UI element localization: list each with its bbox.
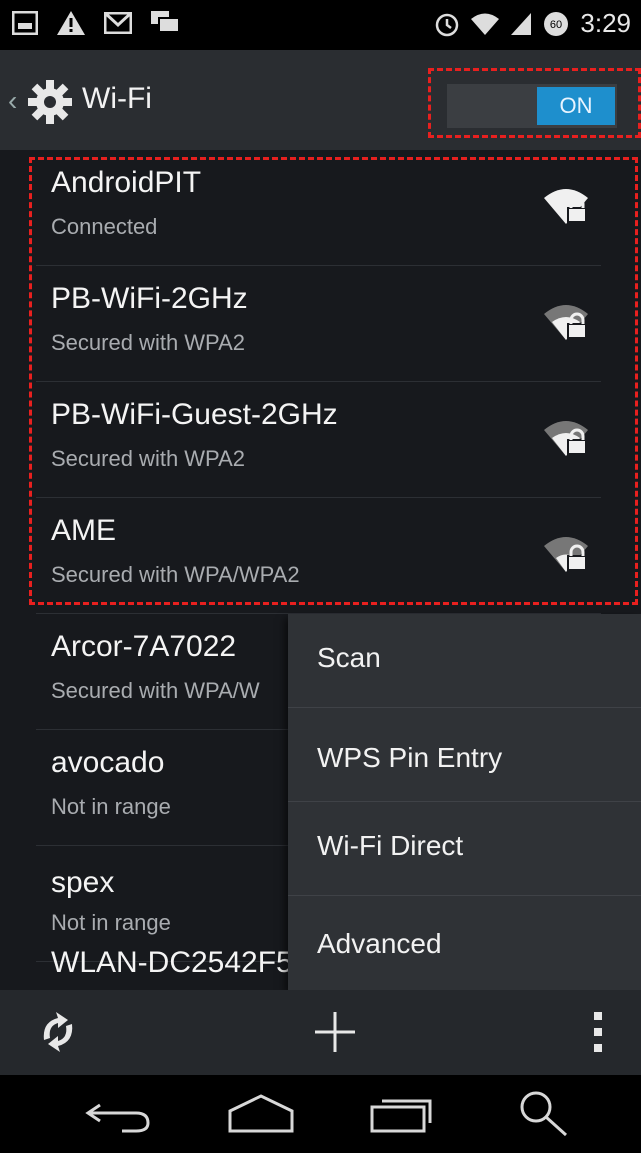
- annotation-networks-box: [29, 157, 638, 605]
- network-name: spex: [51, 866, 115, 899]
- chat-icon: [151, 11, 180, 33]
- recents-icon[interactable]: [368, 1093, 438, 1135]
- alarm-icon: [436, 13, 459, 36]
- settings-gear-icon[interactable]: [26, 78, 74, 126]
- home-icon[interactable]: [226, 1093, 296, 1135]
- menu-item-label: Wi-Fi Direct: [317, 830, 464, 861]
- gallery-icon: [12, 11, 38, 35]
- menu-item-advanced[interactable]: Advanced: [288, 896, 641, 990]
- menu-item-label: WPS Pin Entry: [317, 742, 503, 773]
- overflow-menu: Scan WPS Pin Entry Wi-Fi Direct Advanced: [288, 614, 641, 990]
- data-saver-icon: 60: [544, 11, 569, 36]
- gmail-icon: [104, 12, 132, 34]
- network-status: Secured with WPA/W: [51, 678, 260, 703]
- svg-text:60: 60: [550, 19, 562, 31]
- wps-push-icon[interactable]: [36, 1010, 80, 1054]
- network-name: Arcor-7A7022: [51, 630, 237, 663]
- status-bar: 60 3:29: [0, 0, 641, 50]
- overflow-menu-icon[interactable]: [592, 1010, 604, 1054]
- add-network-icon[interactable]: [313, 1010, 357, 1054]
- wifi-signal-icon: [471, 13, 500, 35]
- network-status: Not in range: [51, 794, 171, 819]
- menu-item-label: Scan: [317, 642, 381, 673]
- network-name: WLAN-DC2542F5: [51, 946, 293, 979]
- up-chevron-icon[interactable]: ‹: [8, 85, 17, 117]
- wifi-settings-screen: 60 3:29 ‹ Wi-Fi ON AndroidPIT Connected …: [0, 0, 641, 1153]
- menu-item-scan[interactable]: Scan: [288, 614, 641, 708]
- search-icon[interactable]: [516, 1089, 572, 1137]
- network-name: avocado: [51, 746, 165, 779]
- back-icon[interactable]: [84, 1093, 154, 1135]
- menu-item-wifi-direct[interactable]: Wi-Fi Direct: [288, 802, 641, 896]
- annotation-toggle-box: [428, 68, 641, 138]
- network-status: Not in range: [51, 910, 171, 935]
- cell-signal-icon: [511, 12, 532, 35]
- page-title: Wi-Fi: [82, 82, 152, 115]
- navigation-bar: [0, 1075, 641, 1153]
- bottom-toolbar: [0, 990, 641, 1075]
- warning-icon: [57, 11, 85, 35]
- status-time: 3:29: [580, 8, 631, 38]
- menu-item-wps-pin-entry[interactable]: WPS Pin Entry: [288, 708, 641, 802]
- menu-item-label: Advanced: [317, 928, 442, 959]
